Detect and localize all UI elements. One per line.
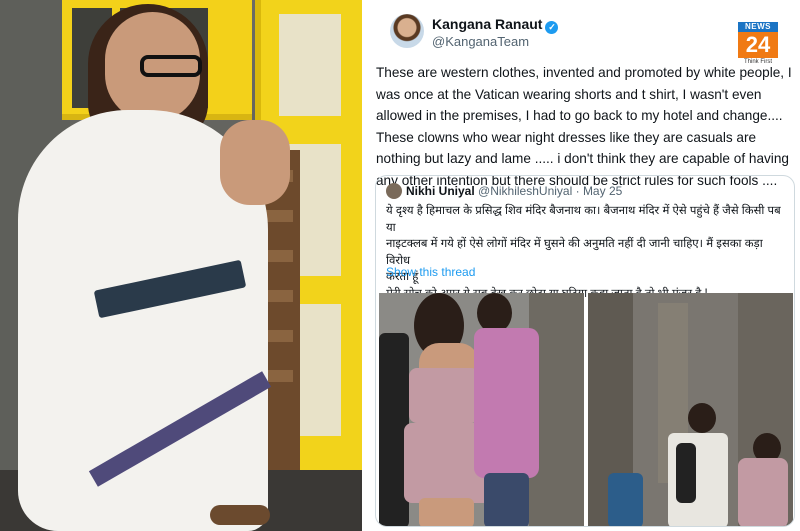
quoted-tweet[interactable]: Nikhi Uniyal @NikhileshUniyal · May 25 य… (375, 175, 795, 527)
author-avatar[interactable] (390, 14, 424, 48)
quoted-line: ये दृश्य है हिमाचल के प्रसिद्ध शिव मंदिर… (386, 205, 781, 234)
author-handle[interactable]: @KanganaTeam (432, 34, 529, 49)
quoted-tweet-header: Nikhi Uniyal @NikhileshUniyal · May 25 (386, 183, 622, 201)
tweet-text: These are western clothes, invented and … (376, 65, 792, 188)
quoted-image-left[interactable] (379, 293, 584, 526)
person-arm (220, 120, 290, 205)
tweet-header: Kangana Ranaut ✓ @KanganaTeam (376, 10, 800, 52)
author-name-text[interactable]: Kangana Ranaut (432, 16, 542, 32)
news24-logo: NEWS 24 Think First (738, 22, 778, 66)
quoted-author-avatar[interactable] (386, 183, 402, 199)
tweet-card: Kangana Ranaut ✓ @KanganaTeam NEWS 24 Thi… (362, 0, 800, 531)
quoted-tweet-text: ये दृश्य है हिमाचल के प्रसिद्ध शिव मंदिर… (386, 203, 786, 302)
show-thread-link[interactable]: Show this thread (386, 265, 475, 279)
logo-number: 24 (738, 32, 778, 58)
glasses (140, 55, 202, 77)
quoted-author-handle[interactable]: @NikhileshUniyal (478, 184, 572, 198)
quoted-image-right[interactable] (588, 293, 793, 526)
shoe (210, 505, 270, 525)
separator-dot: · (575, 184, 580, 198)
photo-kangana (0, 0, 362, 531)
logo-top: NEWS (738, 22, 778, 32)
quoted-tweet-date[interactable]: May 25 (583, 184, 622, 198)
verified-badge-icon: ✓ (545, 21, 559, 34)
author-name[interactable]: Kangana Ranaut ✓ (432, 16, 559, 34)
quoted-author-name[interactable]: Nikhi Uniyal (406, 184, 475, 198)
